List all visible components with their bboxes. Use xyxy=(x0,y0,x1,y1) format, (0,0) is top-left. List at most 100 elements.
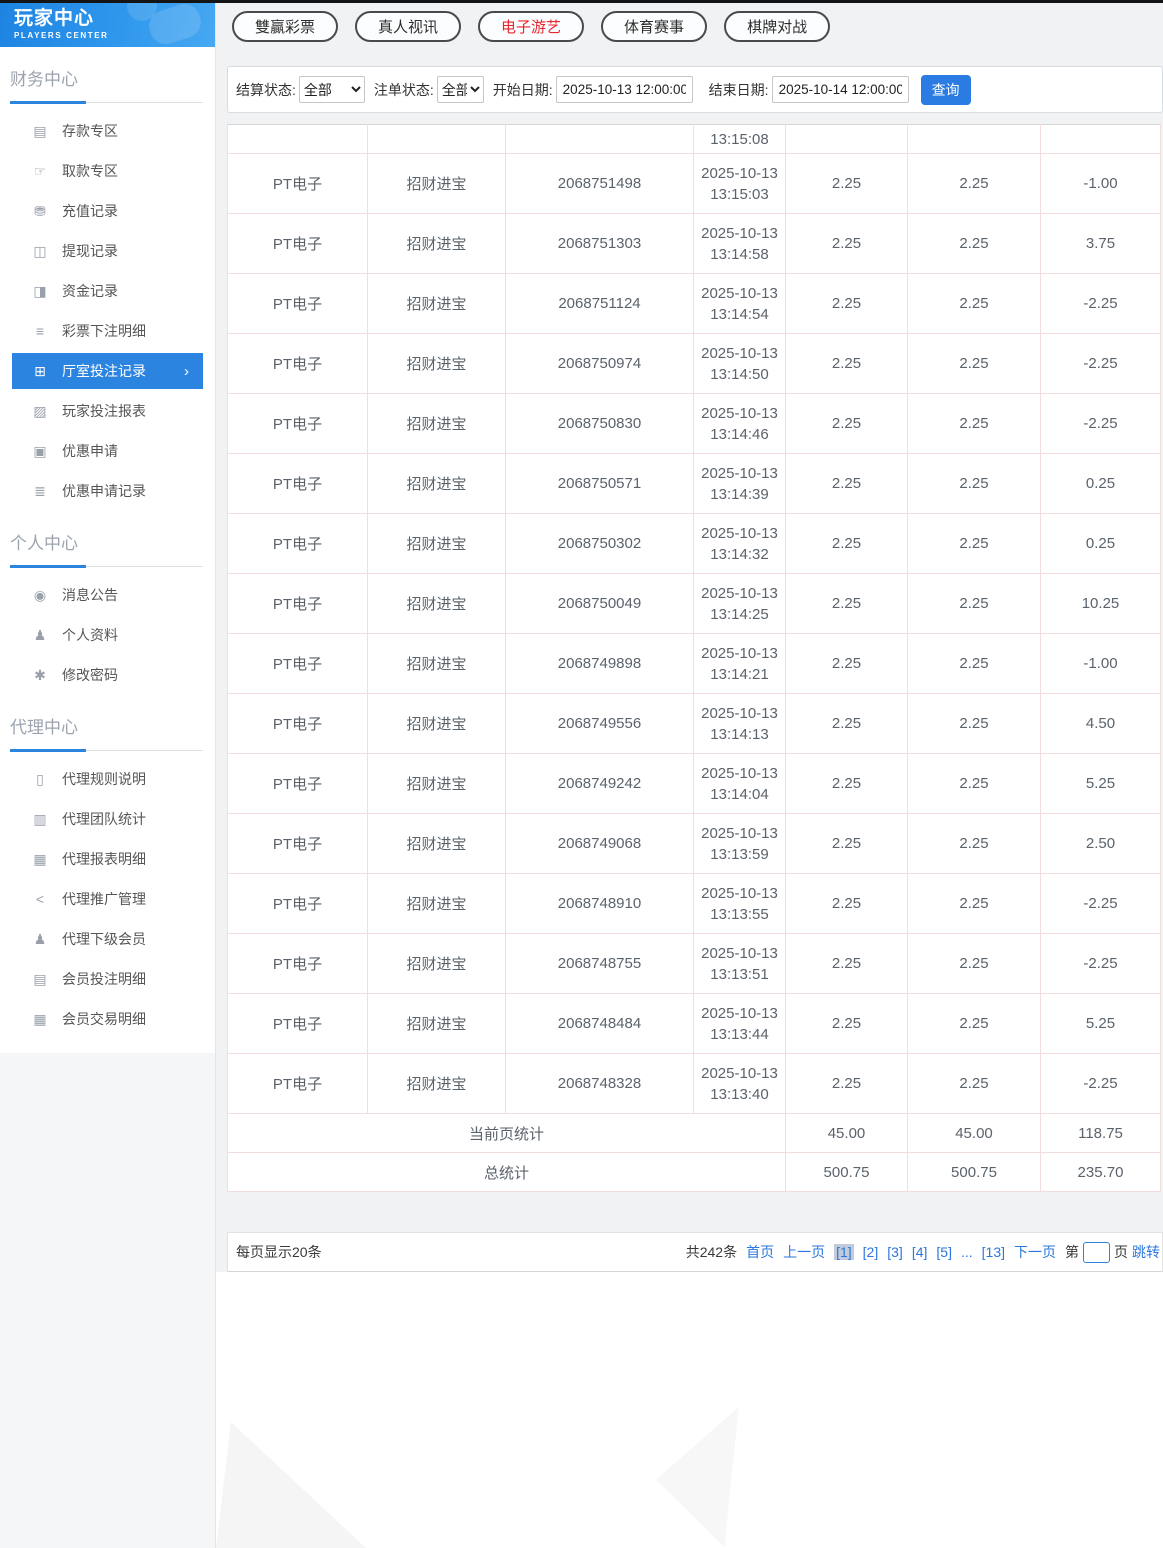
sidebar-item-withdraw-zone[interactable]: ☞ 取款专区 xyxy=(0,151,215,191)
win-loss-cell: -1.00 xyxy=(1041,154,1161,214)
sidebar-item-agent-rules[interactable]: ▯ 代理规则说明 xyxy=(0,759,215,799)
sidebar-item-player-bet-report[interactable]: ▨ 玩家投注报表 xyxy=(0,391,215,431)
sidebar-item-agent-report-details[interactable]: ▦ 代理报表明细 xyxy=(0,839,215,879)
tab-electronic-games[interactable]: 电子游艺 xyxy=(478,11,584,42)
pagination-page[interactable]: [5] xyxy=(936,1244,952,1260)
pagination-page[interactable]: [1] xyxy=(834,1244,854,1260)
valid-bet-cell: 2.25 xyxy=(908,574,1041,634)
game-type-cell: PT电子 xyxy=(228,814,368,874)
order-no-cell: 2068749556 xyxy=(506,694,694,754)
game-type-cell: PT电子 xyxy=(228,514,368,574)
game-name-cell: 招财进宝 xyxy=(368,454,506,514)
bet-records-table: 13:15:08 PT电子 招财进宝 2068751498 2025-10-13… xyxy=(227,124,1161,1192)
tab-double-win-lottery[interactable]: 雙贏彩票 xyxy=(232,11,338,42)
sidebar-section: 代理中心 ▯ 代理规则说明 ▥ 代理团队统计 xyxy=(0,695,215,1039)
jump-prefix-text: 第 xyxy=(1065,1242,1079,1262)
table-row: PT电子 招财进宝 2068750974 2025-10-13 13:14:50… xyxy=(228,334,1161,394)
game-type-cell: PT电子 xyxy=(228,454,368,514)
sidebar-item-recharge-records[interactable]: ⛃ 充值记录 xyxy=(0,191,215,231)
sidebar-section-title: 财务中心 xyxy=(10,55,203,103)
sidebar-item-label: 优惠申请 xyxy=(62,441,118,461)
bet-time-cell: 2025-10-13 13:14:54 xyxy=(694,274,786,334)
member-trade-clipboard-icon: ▦ xyxy=(31,1011,49,1028)
sidebar-item-member-bet-details[interactable]: ▤ 会员投注明细 xyxy=(0,959,215,999)
stats-valid-cell: 500.75 xyxy=(908,1153,1041,1192)
valid-bet-cell: 2.25 xyxy=(908,454,1041,514)
sidebar-item-label: 提现记录 xyxy=(62,241,118,261)
table-row: PT电子 招财进宝 2068749556 2025-10-13 13:14:13… xyxy=(228,694,1161,754)
tab-live-video[interactable]: 真人视讯 xyxy=(355,11,461,42)
game-name-cell: 招财进宝 xyxy=(368,994,506,1054)
funds-wallet-icon: ◨ xyxy=(31,283,49,300)
table-row: PT电子 招财进宝 2068749898 2025-10-13 13:14:21… xyxy=(228,634,1161,694)
valid-bet-cell: 2.25 xyxy=(908,874,1041,934)
game-name-cell: 招财进宝 xyxy=(368,574,506,634)
bet-time-cell: 2025-10-13 13:14:32 xyxy=(694,514,786,574)
bet-time-cell: 2025-10-13 13:15:03 xyxy=(694,154,786,214)
withdraw-hand-icon: ☞ xyxy=(31,163,49,180)
order-no-cell: 2068750974 xyxy=(506,334,694,394)
sidebar-item-agent-promotion[interactable]: < 代理推广管理 xyxy=(0,879,215,919)
win-loss-cell: 4.50 xyxy=(1041,694,1161,754)
sidebar-item-lottery-bet-details[interactable]: ≡ 彩票下注明细 xyxy=(0,311,215,351)
game-name-cell: 招财进宝 xyxy=(368,514,506,574)
person-icon: ♟ xyxy=(31,627,49,644)
stats-winloss-cell: 235.70 xyxy=(1041,1153,1161,1192)
jump-go-link[interactable]: 跳转 xyxy=(1132,1242,1160,1262)
sidebar-item-messages[interactable]: ◉ 消息公告 xyxy=(0,575,215,615)
bet-time-cell: 2025-10-13 13:13:44 xyxy=(694,994,786,1054)
sidebar-banner: 玩家中心 PLAYERS CENTER xyxy=(0,3,215,47)
sidebar-item-promo-application[interactable]: ▣ 优惠申请 xyxy=(0,431,215,471)
end-date-input[interactable] xyxy=(772,76,909,103)
bet-amount-cell: 2.25 xyxy=(786,514,908,574)
stats-label-cell: 当前页统计 xyxy=(228,1114,786,1153)
win-loss-cell: 2.50 xyxy=(1041,814,1161,874)
bet-time-cell: 2025-10-13 13:14:13 xyxy=(694,694,786,754)
order-status-select[interactable]: 全部 xyxy=(437,76,484,103)
game-type-cell: PT电子 xyxy=(228,394,368,454)
triangle-decoration xyxy=(656,1407,746,1547)
sidebar-item-agent-sub-members[interactable]: ♟ 代理下级会员 xyxy=(0,919,215,959)
start-date-input[interactable] xyxy=(556,76,693,103)
pagination-page[interactable]: [4] xyxy=(912,1244,928,1260)
valid-bet-cell: 2.25 xyxy=(908,814,1041,874)
bet-amount-cell: 2.25 xyxy=(786,874,908,934)
order-no-cell: 2068748484 xyxy=(506,994,694,1054)
tab-sports-events[interactable]: 体育赛事 xyxy=(601,11,707,42)
search-button[interactable]: 查询 xyxy=(921,75,971,105)
game-name-cell: 招财进宝 xyxy=(368,694,506,754)
sidebar-item-deposit-zone[interactable]: ▤ 存款专区 xyxy=(0,111,215,151)
bet-amount-cell: 2.25 xyxy=(786,454,908,514)
sidebar-item-agent-team-stats[interactable]: ▥ 代理团队统计 xyxy=(0,799,215,839)
sidebar-item-member-transaction-details[interactable]: ▦ 会员交易明细 xyxy=(0,999,215,1039)
order-no-cell: 2068749068 xyxy=(506,814,694,874)
prev-page-link[interactable]: 上一页 xyxy=(783,1242,825,1262)
sidebar-section-title: 代理中心 xyxy=(10,703,203,751)
sidebar-item-promo-application-records[interactable]: ≣ 优惠申请记录 xyxy=(0,471,215,511)
pagination-page[interactable]: [3] xyxy=(887,1244,903,1260)
page-jump-input[interactable] xyxy=(1083,1242,1110,1263)
sidebar-item-label: 会员投注明细 xyxy=(62,969,146,989)
sidebar-item-funds-records[interactable]: ◨ 资金记录 xyxy=(0,271,215,311)
next-page-link[interactable]: 下一页 xyxy=(1014,1242,1056,1262)
sidebar-item-withdrawal-records[interactable]: ◫ 提现记录 xyxy=(0,231,215,271)
pagination-page[interactable]: [2] xyxy=(863,1244,879,1260)
pagination-controls: 共242条 首页 上一页 [1] [2] [3] [4] [5] ... [13… xyxy=(686,1242,1160,1263)
first-page-link[interactable]: 首页 xyxy=(746,1242,774,1262)
app-subtitle: PLAYERS CENTER xyxy=(14,31,215,40)
sidebar-item-change-password[interactable]: ✱ 修改密码 xyxy=(0,655,215,695)
sidebar-item-hall-bet-records[interactable]: ⊞ 厅室投注记录 › xyxy=(12,353,203,389)
sidebar-section: 个人中心 ◉ 消息公告 ♟ 个人资料 xyxy=(0,511,215,695)
bet-time-cell: 2025-10-13 13:13:55 xyxy=(694,874,786,934)
stats-bet-cell: 500.75 xyxy=(786,1153,908,1192)
game-type-cell: PT电子 xyxy=(228,1054,368,1114)
stats-winloss-cell: 118.75 xyxy=(1041,1114,1161,1153)
sidebar-item-label: 充值记录 xyxy=(62,201,118,221)
sidebar-item-label: 修改密码 xyxy=(62,665,118,685)
settle-status-select[interactable]: 全部 xyxy=(299,76,365,103)
sidebar-item-profile[interactable]: ♟ 个人资料 xyxy=(0,615,215,655)
order-no-cell: 2068748328 xyxy=(506,1054,694,1114)
pagination-page[interactable]: [13] xyxy=(982,1244,1005,1260)
tab-board-card-games[interactable]: 棋牌对战 xyxy=(724,11,830,42)
chevron-right-icon: › xyxy=(184,363,189,380)
